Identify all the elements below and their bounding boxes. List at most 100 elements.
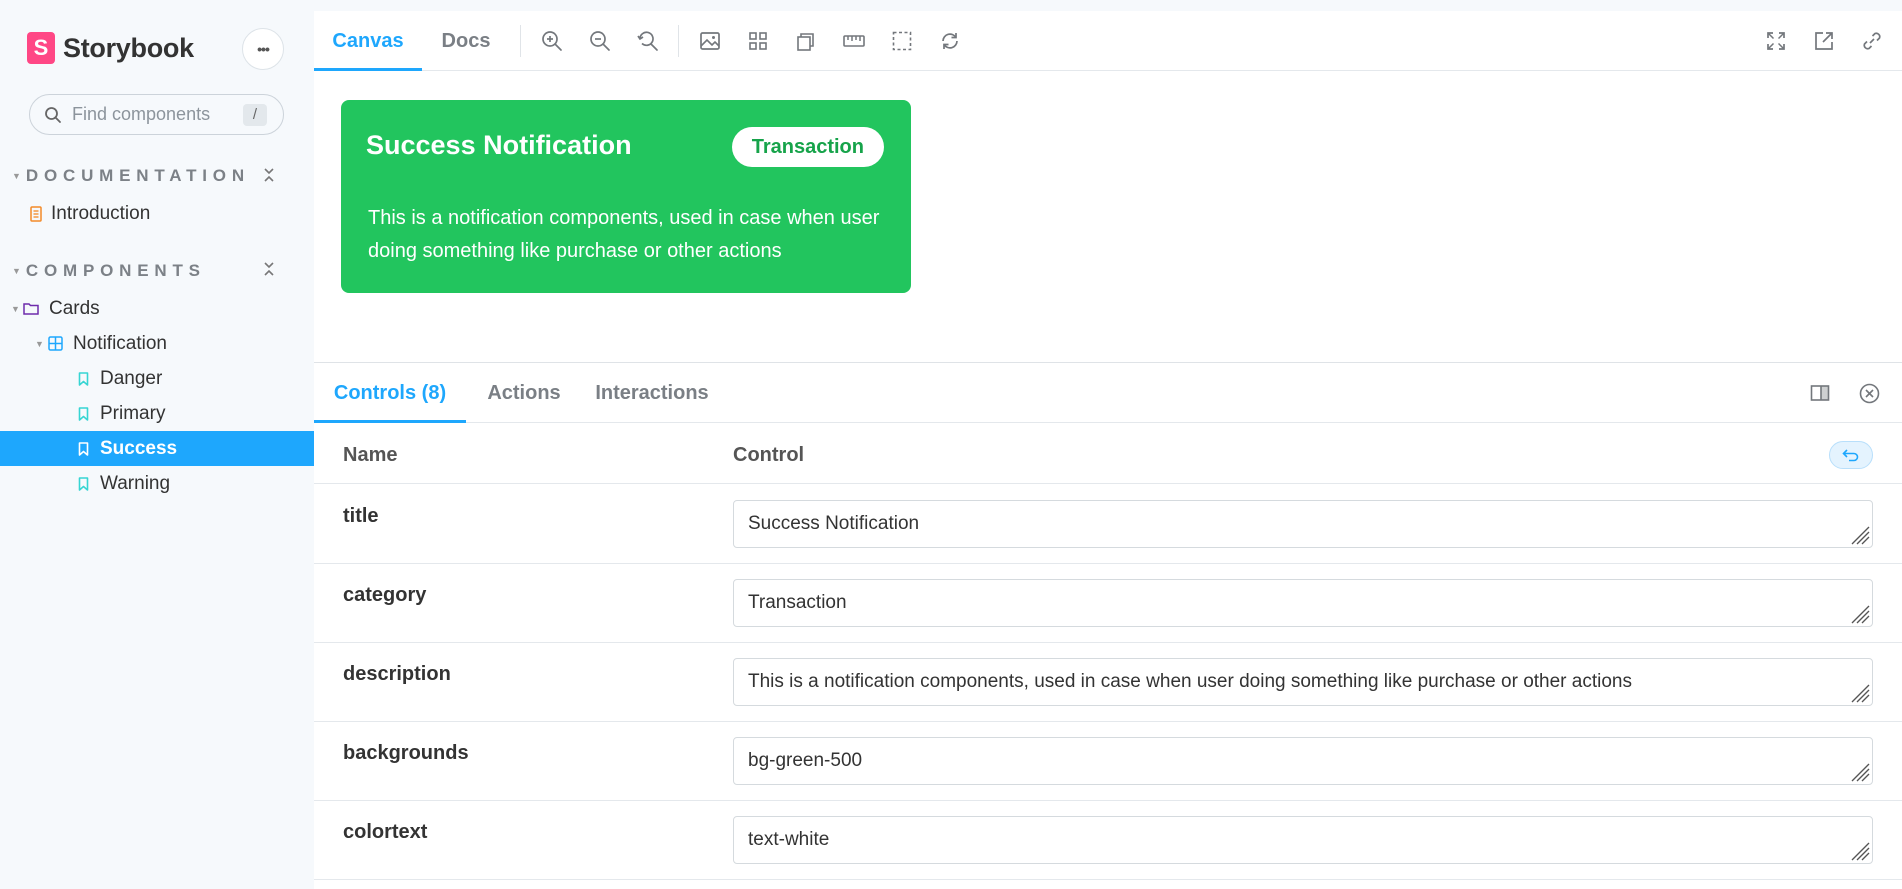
viewport-icon[interactable] [794,29,818,53]
control-row-title: title [314,485,1902,564]
bookmark-icon [76,476,90,491]
control-name: category [343,584,427,606]
sidebar-item-label: Notification [73,332,167,354]
close-panel-icon[interactable] [1859,383,1880,404]
toolbar-divider [678,25,679,57]
caret-down-icon: ▼ [12,171,21,181]
measure-icon[interactable] [842,29,866,53]
tab-actions[interactable]: Actions [466,363,582,423]
preview-toolbar: Canvas Docs [314,11,1902,71]
sidebar-item-label: Success [100,437,178,459]
sidebar-item-notification[interactable]: ▼ Notification [0,326,314,361]
control-row-backgrounds: backgrounds [314,722,1902,801]
outline-icon[interactable] [890,29,914,53]
resize-handle-icon[interactable] [1850,525,1870,545]
notification-category-badge: Transaction [731,127,884,167]
ellipsis-icon: ••• [257,41,270,57]
control-row-category: category [314,564,1902,643]
search-icon [45,106,61,123]
caret-down-icon: ▼ [11,303,20,314]
resize-handle-icon[interactable] [1850,683,1870,703]
sidebar-item-success[interactable]: Success [0,431,314,466]
zoom-in-icon[interactable] [540,29,564,53]
resize-handle-icon[interactable] [1850,841,1870,861]
caret-down-icon: ▼ [12,266,21,276]
control-name: description [343,663,451,685]
control-name: backgrounds [343,742,469,764]
resize-handle-icon[interactable] [1850,762,1870,782]
sidebar-item-primary[interactable]: Primary [0,396,314,431]
sidebar-item-label: Cards [49,297,100,319]
component-icon [47,336,63,351]
bookmark-icon [76,441,90,456]
tab-actions-label: Actions [487,381,561,404]
caret-down-icon: ▼ [35,338,44,349]
control-name: title [343,505,379,527]
undo-icon [1842,449,1859,462]
fullscreen-icon[interactable] [1764,29,1788,53]
sidebar-item-label: Primary [100,402,166,424]
section-documentation-label: DOCUMENTATION [25,166,250,185]
notification-title: Success Notification [366,130,632,160]
section-documentation[interactable]: ▼ DOCUMENTATION [12,166,250,186]
tab-canvas[interactable]: Canvas [314,11,422,71]
storybook-logo-icon: S [27,32,55,64]
category-input[interactable] [733,579,1873,627]
collapse-all-icon[interactable] [262,167,276,183]
collapse-all-icon[interactable] [262,261,276,277]
background-icon[interactable] [698,29,722,53]
success-notification-card: Success Notification Transaction This is… [341,100,911,293]
bookmark-icon [76,406,90,421]
zoom-out-icon[interactable] [588,29,612,53]
title-input[interactable] [733,500,1873,548]
sidebar-item-danger[interactable]: Danger [0,361,314,396]
controls-table-header: Name Control [314,424,1902,484]
canvas-preview: Success Notification Transaction This is… [314,72,1902,372]
refresh-icon[interactable] [938,29,962,53]
notification-description: This is a notification components, used … [368,207,880,262]
control-row-description: description [314,643,1902,722]
main-panel: Canvas Docs Success Notification Transac… [314,11,1902,889]
sidebar-item-label: Introduction [51,202,151,224]
panel-orientation-icon[interactable] [1810,383,1830,403]
search-shortcut-key: / [243,104,267,126]
colortext-input[interactable] [733,816,1873,864]
resize-handle-icon[interactable] [1850,604,1870,624]
sidebar-menu-button[interactable]: ••• [242,28,284,70]
sidebar-item-label: Warning [100,472,171,494]
tab-controls[interactable]: Controls (8) [314,363,466,423]
tab-interactions[interactable]: Interactions [582,363,722,423]
section-components[interactable]: ▼ COMPONENTS [12,261,206,281]
sidebar-item-warning[interactable]: Warning [0,466,314,501]
copy-link-icon[interactable] [1860,29,1884,53]
addons-panel: Controls (8) Actions Interactions Name C… [314,362,1902,889]
grid-icon[interactable] [746,29,770,53]
brand[interactable]: S Storybook [27,32,194,64]
section-components-label: COMPONENTS [25,261,206,280]
addons-tabs: Controls (8) Actions Interactions [314,363,1902,423]
search-input[interactable] [72,104,232,125]
bookmark-icon [76,371,90,386]
sidebar: S Storybook ••• / ▼ DOCUMENTATION Introd… [0,0,314,889]
sidebar-item-introduction[interactable]: Introduction [0,196,314,231]
tab-interactions-label: Interactions [595,381,709,404]
reset-controls-button[interactable] [1829,441,1873,469]
control-row-colortext: colortext [314,801,1902,880]
zoom-reset-icon[interactable] [636,29,660,53]
search-box[interactable]: / [29,94,284,135]
tab-canvas-label: Canvas [332,29,404,52]
tab-docs[interactable]: Docs [422,11,510,71]
column-header-control: Control [733,444,805,466]
description-input[interactable] [733,658,1873,706]
sidebar-item-cards[interactable]: ▼ Cards [0,291,314,326]
column-header-name: Name [343,444,398,466]
backgrounds-input[interactable] [733,737,1873,785]
tab-docs-label: Docs [441,29,491,52]
folder-icon [23,302,39,315]
tab-controls-label: Controls (8) [333,381,447,404]
control-name: colortext [343,821,428,843]
brand-name: Storybook [63,32,194,63]
toolbar-divider [520,25,521,57]
document-icon [29,205,43,222]
open-new-tab-icon[interactable] [1812,29,1836,53]
